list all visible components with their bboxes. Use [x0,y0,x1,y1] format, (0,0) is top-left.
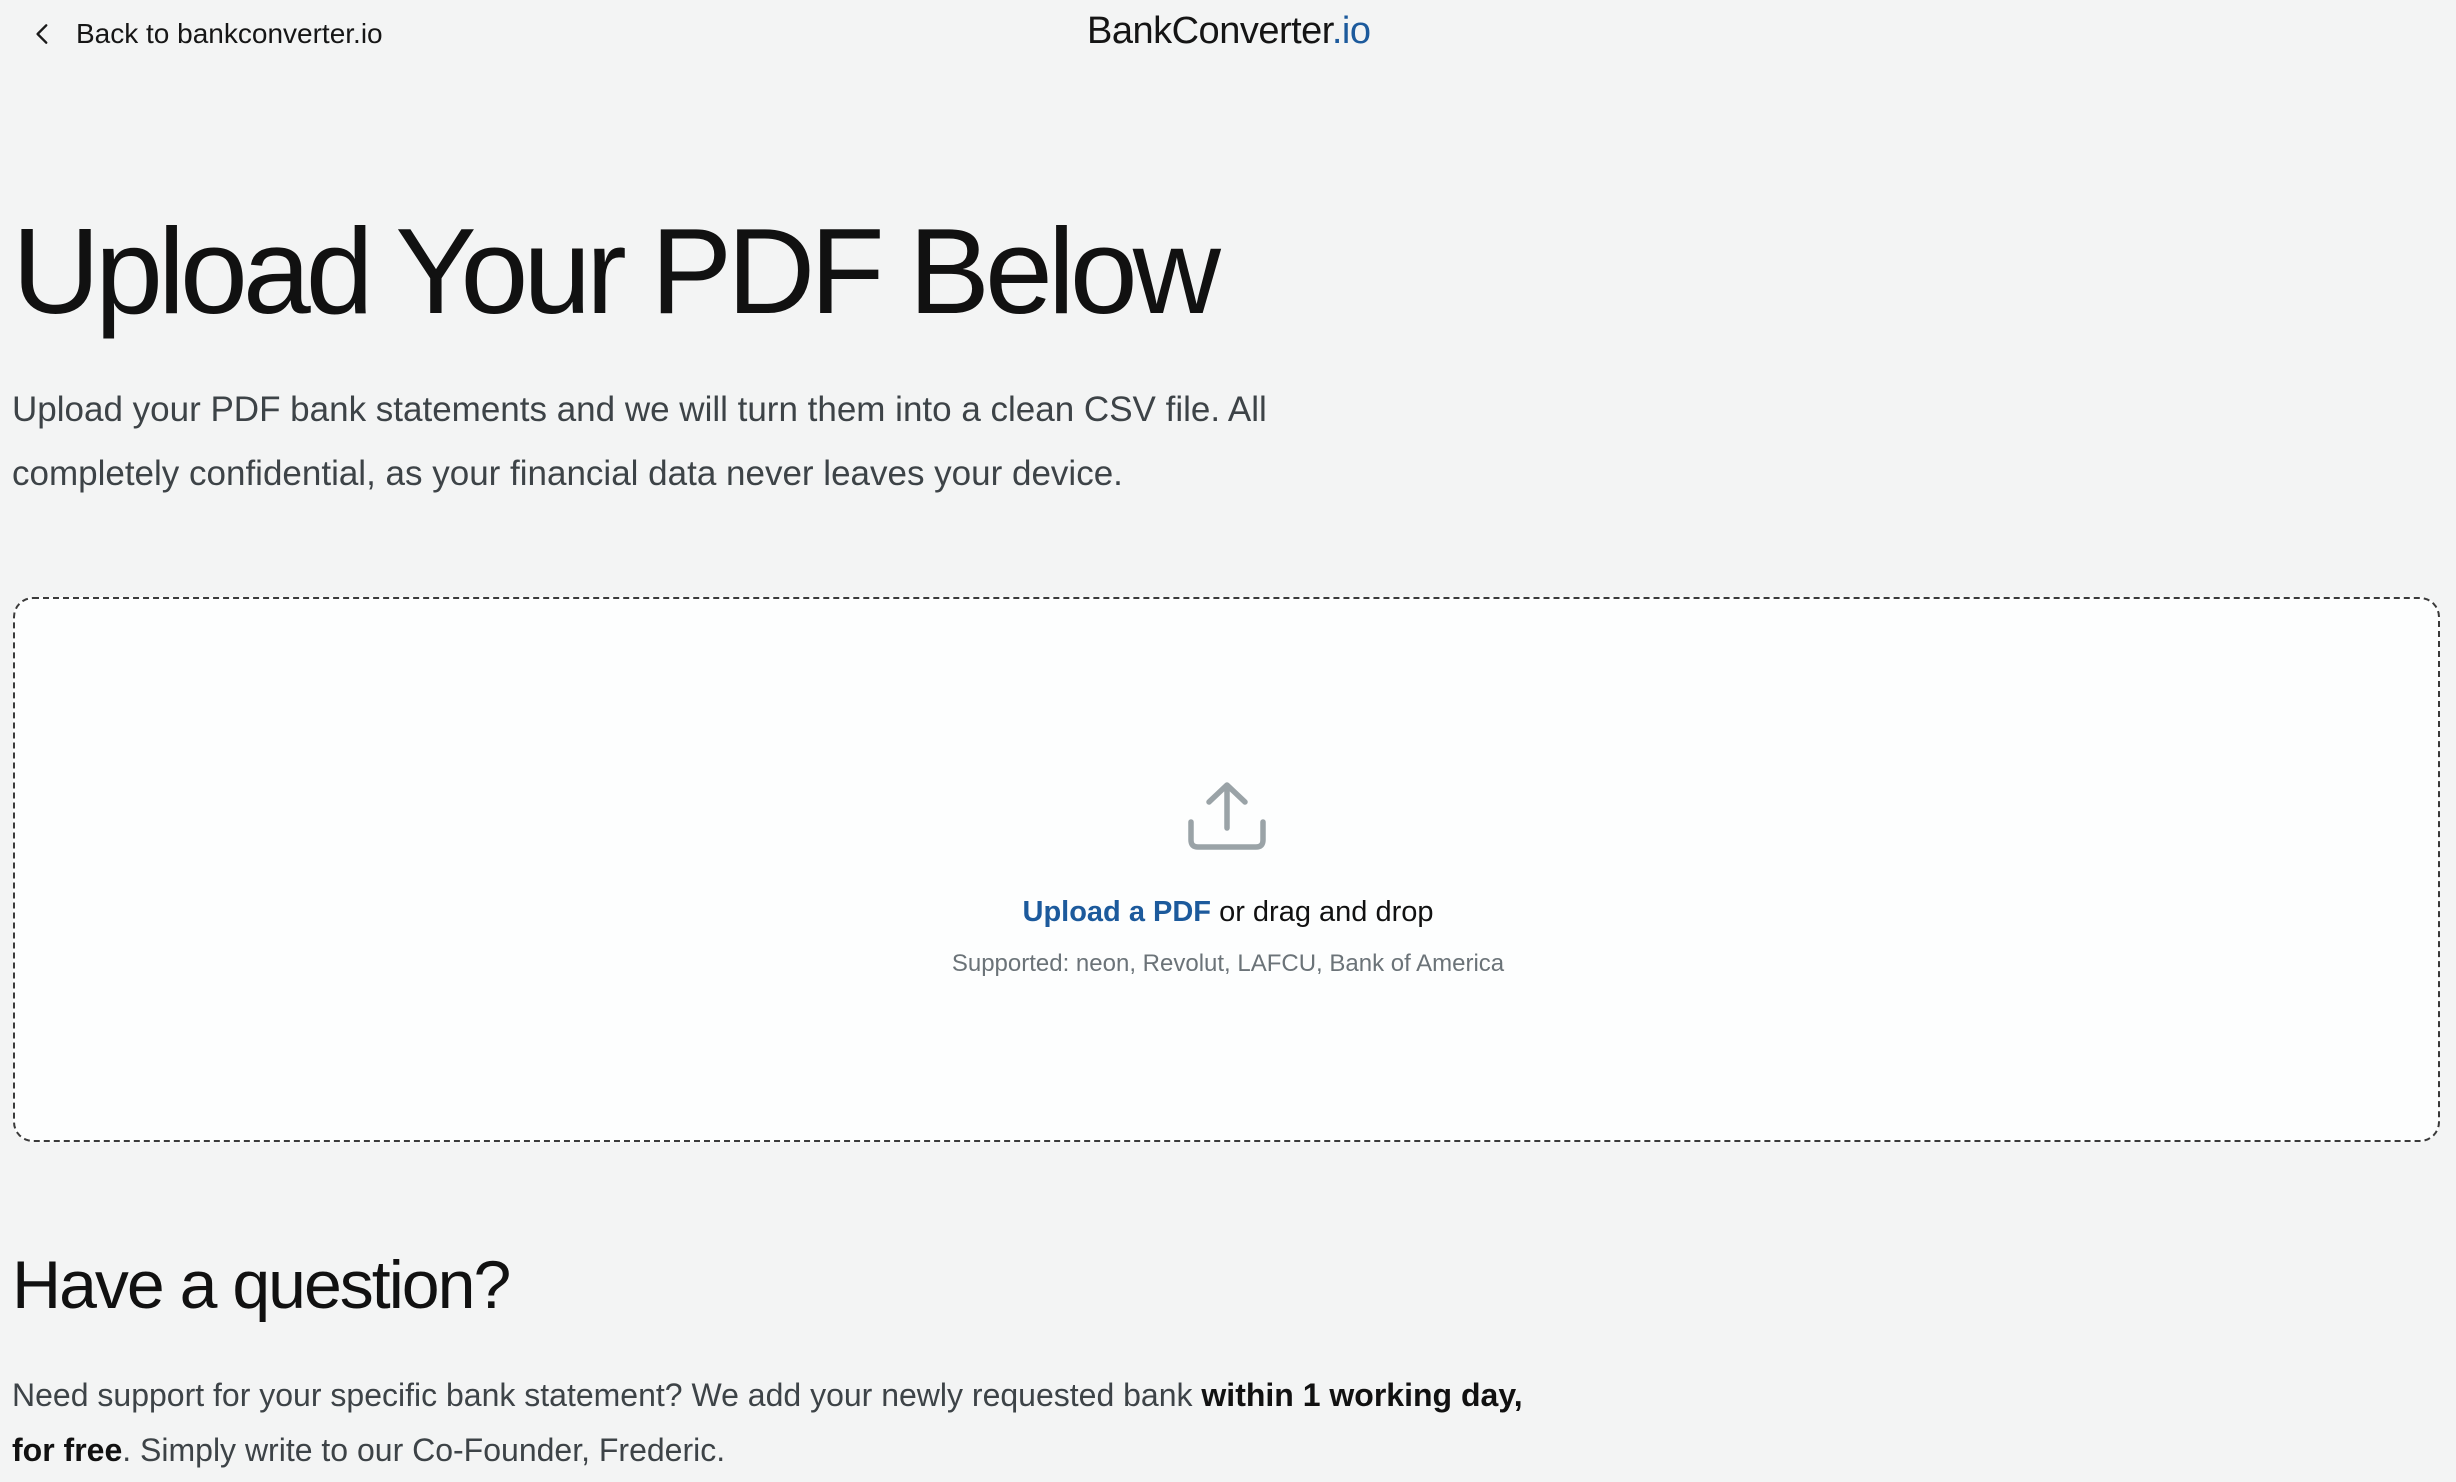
brand-tld: .io [1331,10,1371,52]
support-text: Need support for your specific bank stat… [12,1368,1572,1478]
drag-drop-text: or drag and drop [1211,896,1434,928]
back-link[interactable]: Back to bankconverter.io [30,16,383,52]
chevron-left-icon [36,24,48,44]
top-bar: Back to bankconverter.io BankConverter.i… [0,0,2456,70]
question-title: Have a question? [12,1247,511,1323]
brand-logo[interactable]: BankConverter.io [1087,10,1371,53]
brand-name: BankConverter [1087,10,1332,52]
upload-pdf-link[interactable]: Upload a PDF [1023,896,1212,928]
back-link-label: Back to bankconverter.io [76,18,383,49]
upload-instructions: Upload a PDF or drag and drop [0,889,2456,935]
pdf-dropzone[interactable] [13,597,2440,1142]
page-title: Upload Your PDF Below [12,203,1221,339]
upload-tray-icon [1188,782,1266,850]
intro-text: Upload your PDF bank statements and we w… [12,390,1267,493]
support-text-end: . Simply write to our Co-Founder, Freder… [122,1432,726,1468]
support-text-start: Need support for your specific bank stat… [12,1377,1202,1413]
supported-banks: Supported: neon, Revolut, LAFCU, Bank of… [951,950,1505,977]
